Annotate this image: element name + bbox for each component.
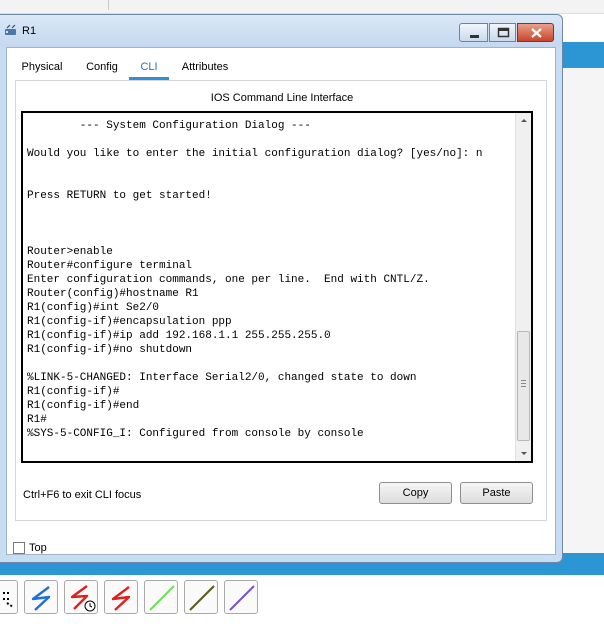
maximize-icon bbox=[497, 27, 510, 38]
terminal-output[interactable]: --- System Configuration Dialog --- Woul… bbox=[27, 119, 511, 441]
terminal-line: R1(config-if)#ip add 192.168.1.1 255.255… bbox=[27, 330, 331, 342]
window-title: R1 bbox=[22, 25, 37, 37]
tab-label: CLI bbox=[140, 61, 158, 73]
minimize-button[interactable] bbox=[459, 23, 488, 42]
top-checkbox-label: Top bbox=[29, 542, 47, 554]
terminal-line: %LINK-5-CHANGED: Interface Serial2/0, ch… bbox=[27, 372, 417, 384]
straight-through-cable-button[interactable] bbox=[144, 580, 178, 614]
terminal-line: R1(config-if)#end bbox=[27, 400, 140, 412]
background-blue-panel bbox=[562, 42, 604, 68]
terminal-line: --- System Configuration Dialog --- bbox=[27, 120, 311, 132]
arrow-down-icon bbox=[521, 452, 527, 455]
minimize-icon bbox=[470, 35, 479, 38]
scroll-down-button[interactable] bbox=[516, 445, 531, 461]
window-client-area: Physical Config CLI Attributes IOS Comma… bbox=[6, 47, 556, 555]
tab-label: Config bbox=[86, 61, 118, 73]
serial-dce-button[interactable] bbox=[64, 580, 98, 614]
serial-dte-icon bbox=[111, 586, 131, 611]
fiber-cable-button[interactable] bbox=[224, 580, 258, 614]
console-cable-icon bbox=[31, 586, 51, 611]
tab-label: Physical bbox=[21, 61, 63, 73]
automatic-connection-button[interactable] bbox=[0, 580, 18, 614]
terminal-line: Enter configuration commands, one per li… bbox=[27, 274, 430, 286]
tab-label: Attributes bbox=[181, 61, 229, 73]
paste-button[interactable]: Paste bbox=[460, 482, 533, 504]
terminal-line: R1# bbox=[27, 414, 47, 426]
terminal-line: R1(config)#int Se2/0 bbox=[27, 302, 160, 314]
close-button[interactable] bbox=[517, 23, 554, 42]
terminal-line: R1(config-if)#encapsulation ppp bbox=[27, 316, 232, 328]
grip-icon bbox=[521, 380, 526, 389]
copy-button[interactable]: Copy bbox=[379, 482, 452, 504]
serial-dce-icon bbox=[70, 585, 96, 612]
terminal-line: %SYS-5-CONFIG_I: Configured from console… bbox=[27, 428, 364, 440]
terminal-scrollbar[interactable] bbox=[515, 113, 531, 461]
terminal-line: R1(config-if)# bbox=[27, 386, 120, 398]
device-window: R1 Physical Config CLI Attributes IOS Co… bbox=[0, 14, 563, 563]
tab-attributes[interactable]: Attributes bbox=[173, 56, 237, 78]
console-cable-button[interactable] bbox=[24, 580, 58, 614]
automatic-connection-icon bbox=[3, 592, 14, 608]
terminal-line: Router#configure terminal bbox=[27, 260, 193, 272]
active-tab-indicator bbox=[129, 77, 169, 80]
fiber-cable-icon bbox=[229, 585, 255, 611]
crossover-cable-icon bbox=[189, 585, 215, 611]
tab-cli[interactable]: CLI bbox=[129, 56, 169, 80]
arrow-up-icon bbox=[521, 119, 527, 122]
top-checkbox[interactable] bbox=[13, 542, 25, 554]
title-bar[interactable]: R1 bbox=[0, 15, 562, 47]
tab-physical[interactable]: Physical bbox=[15, 56, 69, 78]
tab-config[interactable]: Config bbox=[77, 56, 127, 78]
straight-through-cable-icon bbox=[149, 585, 175, 611]
terminal-line: Would you like to enter the initial conf… bbox=[27, 148, 483, 160]
background-workspace bbox=[562, 68, 604, 553]
background-toolbar-strip bbox=[0, 0, 604, 14]
cli-header: IOS Command Line Interface bbox=[210, 92, 354, 104]
terminal-line: Router(config)#hostname R1 bbox=[27, 288, 199, 300]
scroll-up-button[interactable] bbox=[516, 113, 531, 129]
maximize-button[interactable] bbox=[489, 23, 516, 42]
exit-cli-hint: Ctrl+F6 to exit CLI focus bbox=[23, 489, 142, 501]
terminal-line: Press RETURN to get started! bbox=[27, 190, 212, 202]
terminal-line: Router>enable bbox=[27, 246, 113, 258]
cli-terminal[interactable]: --- System Configuration Dialog --- Woul… bbox=[21, 111, 533, 463]
crossover-cable-button[interactable] bbox=[184, 580, 218, 614]
router-icon bbox=[5, 24, 16, 35]
serial-dte-button[interactable] bbox=[104, 580, 138, 614]
close-icon bbox=[531, 28, 542, 38]
scroll-thumb[interactable] bbox=[517, 331, 530, 441]
terminal-line: R1(config-if)#no shutdown bbox=[27, 344, 193, 356]
